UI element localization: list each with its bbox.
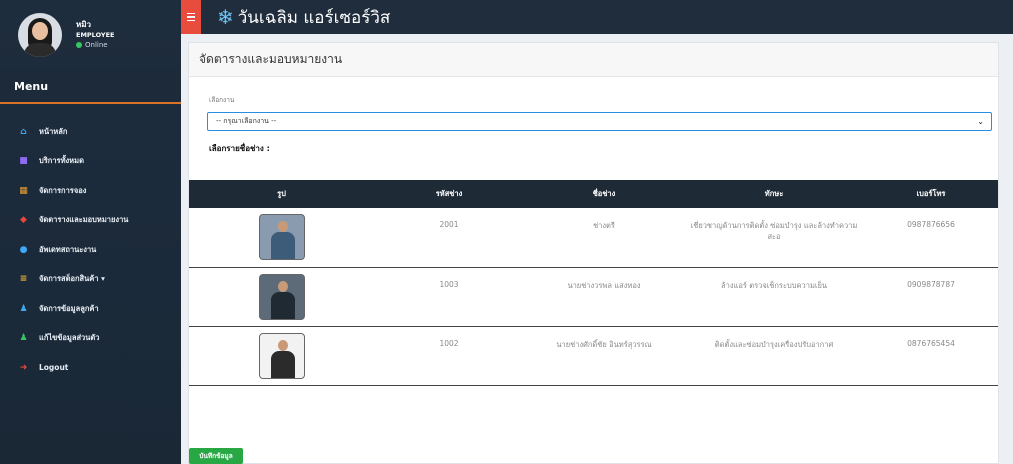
user-name: หมิว — [76, 20, 92, 29]
menu-title: Menu — [0, 70, 181, 104]
topbar: ❄ วันเฉลิม แอร์เซอร์วิส — [181, 0, 1013, 34]
save-button[interactable]: บันทึกข้อมูล — [189, 448, 243, 464]
user-panel: หมิว EMPLOYEE Online — [0, 0, 181, 70]
header-phone: เบอร์โทร — [916, 189, 946, 198]
user-status-label: Online — [85, 41, 108, 49]
sign-out-icon: ➜ — [19, 362, 28, 373]
database-icon: ≡ — [19, 274, 28, 285]
main-content: จัดตารางและมอบหมายงาน เลือกงาน -- กรุณาเ… — [188, 42, 999, 464]
table-header-row: รูป รหัสช่าง ชื่อช่าง ทักษะ เบอร์โทร — [189, 180, 998, 208]
technician-name: นายช่างศักดิ์ชัย อินทร์สุวรรณ — [556, 339, 652, 349]
sidebar-item-label: หน้าหลัก — [39, 126, 68, 136]
brand[interactable]: ❄ วันเฉลิม แอร์เซอร์วิส — [217, 4, 390, 31]
technician-id: 1003 — [439, 279, 459, 289]
home-icon: ⌂ — [20, 126, 27, 137]
technician-id: 2001 — [439, 220, 459, 229]
technician-name: ช่างตรี — [593, 221, 615, 230]
sidebar-item[interactable]: ♟ จัดการข้อมูลลูกค้า — [0, 294, 181, 324]
chevron-down-icon: ⌄ — [977, 117, 984, 126]
table-row[interactable]: 1003 นายช่างวรพล แสงทอง ล้างแอร์ ตรวจเช็… — [189, 267, 998, 326]
sidebar-item-label: อัพเดทสถานะงาน — [39, 244, 97, 254]
job-select[interactable]: -- กรุณาเลือกงาน -- ⌄ — [207, 112, 992, 131]
technician-name: นายช่างวรพล แสงทอง — [567, 280, 641, 290]
job-select-value: -- กรุณาเลือกงาน -- — [216, 117, 277, 125]
technician-skill: ติดตั้งและซ่อมบำรุงเครื่องปรับอากาศ — [714, 339, 834, 349]
table-row[interactable]: 2001 ช่างตรี เชี่ยวชาญด้านการติดตั้ง ซ่อ… — [189, 208, 998, 267]
brand-title: วันเฉลิม แอร์เซอร์วิส — [237, 7, 391, 28]
technician-phone: 0909878787 — [907, 279, 955, 289]
page-title: จัดตารางและมอบหมายงาน — [189, 43, 998, 77]
technician-skill: ล้างแอร์ ตรวจเช็กระบบความเย็น — [721, 280, 827, 290]
header-id: รหัสช่าง — [435, 189, 463, 198]
sidebar-item[interactable]: ⌂ หน้าหลัก — [0, 117, 181, 147]
book-icon: ◆ — [20, 215, 27, 226]
technician-phone: 0987876656 — [907, 220, 955, 229]
sidebar-item-label: จัดตารางและมอบหมายงาน — [39, 215, 129, 225]
header-skill: ทักษะ — [764, 189, 784, 198]
sidebar-item[interactable]: ➜ Logout — [0, 353, 181, 383]
user-icon: ♟ — [19, 333, 28, 344]
technician-photo — [258, 273, 305, 320]
avatar[interactable] — [18, 13, 62, 57]
technician-photo — [258, 332, 305, 379]
technician-table: รูป รหัสช่าง ชื่อช่าง ทักษะ เบอร์โทร 200… — [189, 180, 998, 386]
online-dot-icon — [76, 42, 82, 48]
sidebar-item[interactable]: ◆ จัดตารางและมอบหมายงาน — [0, 206, 181, 236]
sidebar-item-label: บริการทั้งหมด — [39, 156, 84, 166]
briefcase-icon: ■ — [19, 156, 28, 167]
user-role: EMPLOYEE — [76, 31, 115, 39]
sidebar-item-label: จัดการการจอง — [39, 185, 87, 195]
table-row[interactable]: 1002 นายช่างศักดิ์ชัย อินทร์สุวรรณ ติดตั… — [189, 326, 998, 385]
technician-id: 1002 — [439, 338, 459, 348]
sidebar-item[interactable]: ♟ แก้ไขข้อมูลส่วนตัว — [0, 324, 181, 354]
technician-skill: เชี่ยวชาญด้านการติดตั้ง ซ่อมบำรุง และล้า… — [690, 221, 858, 241]
technician-photo — [258, 214, 305, 260]
header-name: ชื่อช่าง — [592, 189, 616, 198]
sidebar-item-label: จัดการสต็อกสินค้า ▾ — [39, 274, 105, 284]
sidebar-item[interactable]: ▦ จัดการการจอง — [0, 176, 181, 206]
technician-phone: 0876765454 — [907, 338, 955, 348]
sidebar-item-label: แก้ไขข้อมูลส่วนตัว — [39, 333, 100, 343]
snowflake-icon: ❄ — [217, 5, 234, 29]
sidebar-menu: ⌂ หน้าหลัก ■ บริการทั้งหมด ▦ จัดการการจอง ◆ จัด… — [0, 117, 181, 383]
user-status: Online — [76, 40, 114, 50]
users-icon: ♟ — [19, 303, 28, 314]
sidebar-item[interactable]: ■ บริการทั้งหมด — [0, 147, 181, 177]
user-info: หมิว EMPLOYEE Online — [76, 20, 114, 50]
sidebar-item-label: Logout — [39, 363, 69, 373]
pick-technician-label: เลือกรายชื่อช่าง : — [209, 144, 270, 153]
check-circle-icon: ● — [19, 244, 28, 255]
calendar-icon: ▦ — [19, 185, 28, 196]
sidebar-item-label: จัดการข้อมูลลูกค้า — [39, 303, 99, 313]
job-select-label: เลือกงาน — [209, 96, 235, 104]
sidebar-item[interactable]: ≡ จัดการสต็อกสินค้า ▾ — [0, 265, 181, 295]
header-photo: รูป — [277, 189, 286, 198]
sidebar-item[interactable]: ● อัพเดทสถานะงาน — [0, 235, 181, 265]
sidebar: หมิว EMPLOYEE Online Menu ⌂ หน้าหลัก ■ บริก… — [0, 0, 181, 464]
hamburger-menu-icon[interactable] — [181, 0, 201, 34]
